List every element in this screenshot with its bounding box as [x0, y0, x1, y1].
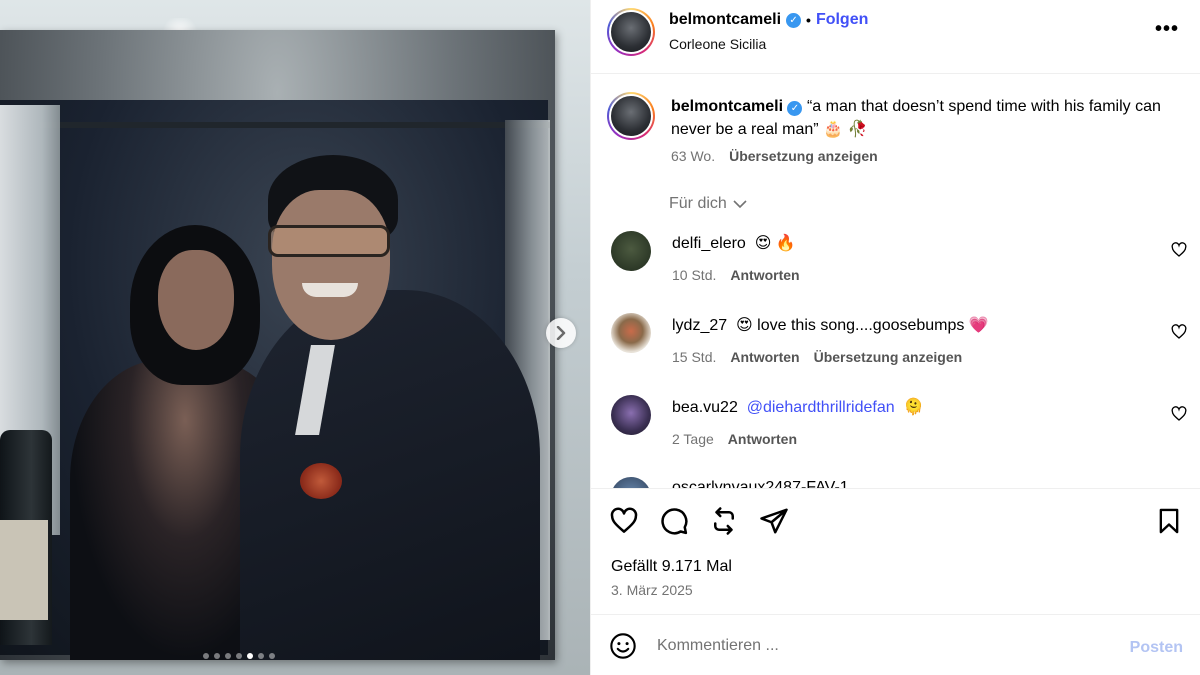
woman-face [158, 250, 234, 350]
comment-age: 2 Tage [672, 431, 714, 447]
comment-mention[interactable]: @diehardthrillridefan [747, 399, 895, 416]
like-comment-heart-icon[interactable] [1171, 406, 1187, 422]
bottle-label [0, 520, 48, 620]
caption-meta: 63 Wo. Übersetzung anzeigen [671, 148, 878, 164]
caption-text-block: belmontcameli ✓ “a man that doesn’t spen… [671, 95, 1181, 141]
caption-avatar[interactable] [607, 92, 655, 140]
comment-item: bea.vu22 @diehardthrillridefan 🫠 2 Tage … [611, 389, 1191, 459]
post-actions: Gefällt 9.171 Mal 3. März 2025 [591, 488, 1200, 615]
verified-badge-icon: ✓ [786, 12, 802, 28]
like-heart-icon[interactable] [609, 506, 639, 536]
comment-bubble-icon[interactable] [659, 506, 689, 536]
share-send-icon[interactable] [759, 506, 789, 536]
post-panel: belmontcameli ✓ • Folgen Corleone Sicili… [590, 0, 1200, 675]
comment-age: 10 Std. [672, 267, 717, 283]
comment-item: delfi_elero 😍 🔥 10 Std. Antworten [611, 225, 1191, 295]
like-comment-heart-icon[interactable] [1171, 242, 1187, 258]
verified-badge-icon: ✓ [787, 101, 803, 116]
chevron-down-icon [733, 200, 747, 209]
lapel-flower [300, 463, 342, 499]
caption-translate-link[interactable]: Übersetzung anzeigen [729, 148, 878, 164]
carousel-dot [214, 653, 220, 659]
comment-text: 😍 love this song....goosebumps 💗 [736, 317, 989, 334]
reply-button[interactable]: Antworten [730, 267, 799, 283]
post-comment-button[interactable]: Posten [1130, 639, 1183, 657]
author-avatar[interactable] [607, 8, 655, 56]
for-you-toggle[interactable]: Für dich [669, 195, 747, 213]
emoji-picker-icon[interactable] [609, 632, 637, 660]
sunglasses [268, 225, 390, 257]
carousel-dot [269, 653, 275, 659]
commenter-avatar[interactable] [611, 477, 651, 488]
caption-age: 63 Wo. [671, 148, 716, 164]
carousel-dots [203, 653, 275, 659]
carousel-dot [236, 653, 242, 659]
post-date: 3. März 2025 [611, 582, 693, 598]
comment-list: delfi_elero 😍 🔥 10 Std. Antworten lydz_2… [591, 225, 1200, 488]
post-header: belmontcameli ✓ • Folgen Corleone Sicili… [591, 0, 1200, 74]
location-link[interactable]: Corleone Sicilia [669, 36, 766, 52]
comment-translate-link[interactable]: Übersetzung anzeigen [814, 349, 963, 365]
comment-composer: Posten [591, 616, 1200, 675]
bookmark-icon[interactable] [1155, 506, 1183, 536]
commenter-username[interactable]: bea.vu22 [672, 399, 738, 416]
reply-button[interactable]: Antworten [730, 349, 799, 365]
smile [302, 283, 358, 297]
follow-button[interactable]: Folgen [816, 11, 868, 29]
comment-item: oscarlynvaux2487-FAV-1 [611, 471, 1191, 488]
commenter-avatar[interactable] [611, 231, 651, 271]
like-comment-heart-icon[interactable] [1171, 324, 1187, 340]
man-face [272, 190, 390, 340]
separator-dot: • [806, 12, 811, 28]
commenter-username[interactable]: delfi_elero [672, 235, 746, 252]
like-count[interactable]: Gefällt 9.171 Mal [611, 558, 732, 576]
author-username[interactable]: belmontcameli [669, 11, 781, 29]
for-you-label: Für dich [669, 195, 727, 212]
commenter-username[interactable]: oscarlynvaux2487-FAV-1 [672, 479, 849, 488]
next-slide-button[interactable] [546, 318, 576, 348]
comment-text: 😍 🔥 [754, 235, 796, 252]
commenter-username[interactable]: lydz_27 [672, 317, 727, 334]
repost-icon[interactable] [709, 506, 739, 536]
carousel-dot [203, 653, 209, 659]
carousel-dot [247, 653, 253, 659]
comment-text: 🫠 [903, 399, 924, 416]
comment-input[interactable] [657, 634, 1097, 658]
post-media[interactable] [0, 0, 590, 675]
comment-item: lydz_27 😍 love this song....goosebumps 💗… [611, 307, 1191, 377]
chevron-right-icon [556, 326, 566, 340]
comment-age: 15 Std. [672, 349, 717, 365]
more-options-icon[interactable]: ••• [1155, 18, 1179, 41]
commenter-avatar[interactable] [611, 313, 651, 353]
man-figure [240, 290, 540, 660]
carousel-dot [225, 653, 231, 659]
reply-button[interactable]: Antworten [728, 431, 797, 447]
commenter-avatar[interactable] [611, 395, 651, 435]
carousel-dot [258, 653, 264, 659]
caption-username[interactable]: belmontcameli [671, 98, 783, 115]
curtain-rod [40, 122, 550, 128]
